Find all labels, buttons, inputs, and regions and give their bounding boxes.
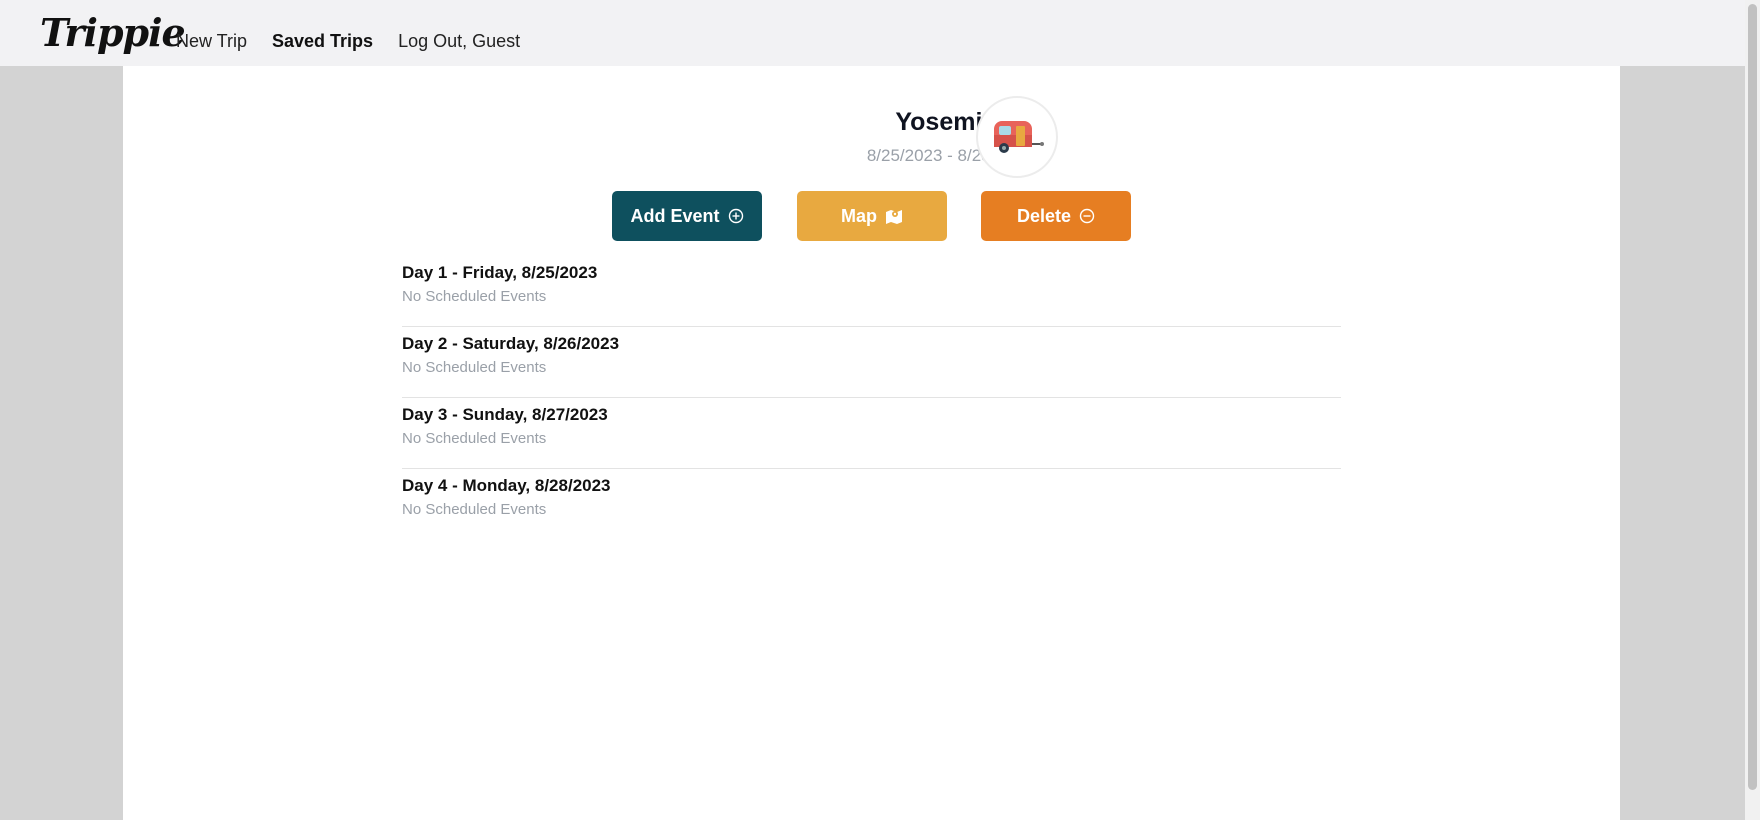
day-status: No Scheduled Events	[402, 359, 547, 376]
day-title: Day 2 - Saturday, 8/26/2023	[402, 334, 620, 353]
top-navbar: Trippie New Trip Saved Trips Log Out, Gu…	[0, 0, 1745, 66]
nav-new-trip[interactable]: New Trip	[176, 31, 247, 52]
app-logo[interactable]: Trippie	[40, 10, 186, 55]
map-label: Map	[841, 205, 877, 226]
day-list: Day 1 - Friday, 8/25/2023 No Scheduled E…	[402, 256, 1341, 539]
minus-circle-icon	[1079, 208, 1095, 224]
map-button[interactable]: Map	[797, 191, 947, 241]
add-event-label: Add Event	[630, 205, 720, 226]
day-title: Day 1 - Friday, 8/25/2023	[402, 263, 598, 282]
day-item[interactable]: Day 4 - Monday, 8/28/2023 No Scheduled E…	[402, 469, 1341, 539]
day-item[interactable]: Day 2 - Saturday, 8/26/2023 No Scheduled…	[402, 327, 1341, 398]
delete-label: Delete	[1016, 205, 1072, 226]
day-item[interactable]: Day 1 - Friday, 8/25/2023 No Scheduled E…	[402, 256, 1341, 327]
scrollbar-thumb[interactable]	[1748, 4, 1757, 790]
camper-trailer-icon	[994, 121, 1044, 153]
nav-links: New Trip Saved Trips Log Out, Guest	[176, 31, 520, 52]
trip-avatar	[976, 96, 1058, 178]
day-status: No Scheduled Events	[402, 288, 547, 305]
trip-panel: Yosemite 8/25/2023 - 8/28/2023 Add Event…	[123, 66, 1620, 820]
nav-saved-trips[interactable]: Saved Trips	[272, 31, 373, 52]
day-status: No Scheduled Events	[402, 501, 547, 518]
day-title: Day 4 - Monday, 8/28/2023	[402, 476, 611, 495]
add-event-button[interactable]: Add Event	[612, 191, 762, 241]
plus-circle-icon	[728, 208, 744, 224]
day-status: No Scheduled Events	[402, 430, 547, 447]
nav-logout[interactable]: Log Out, Guest	[398, 31, 520, 52]
page-scrollbar[interactable]	[1745, 0, 1760, 820]
trip-title: Yosemite	[895, 108, 1005, 136]
day-title: Day 3 - Sunday, 8/27/2023	[402, 405, 608, 424]
day-item[interactable]: Day 3 - Sunday, 8/27/2023 No Scheduled E…	[402, 398, 1341, 469]
delete-button[interactable]: Delete	[981, 191, 1131, 241]
trip-dates: 8/25/2023 - 8/28/2023	[866, 146, 1034, 165]
map-pin-icon	[885, 208, 903, 224]
